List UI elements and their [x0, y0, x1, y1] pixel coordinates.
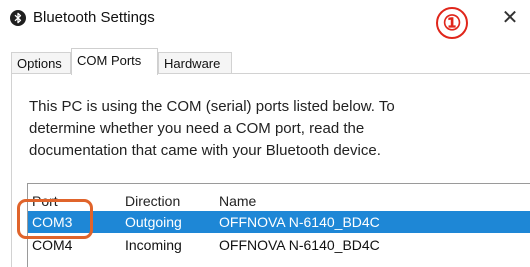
tab-com-ports[interactable]: COM Ports	[71, 48, 158, 75]
annotation-marker: ①	[436, 7, 468, 39]
tab-options[interactable]: Options	[11, 52, 71, 74]
list-item[interactable]: COM4 Incoming OFFNOVA N-6140_BD4C	[28, 234, 530, 256]
description-text: This PC is using the COM (serial) ports …	[29, 98, 395, 159]
ports-list[interactable]: Port Direction Name COM3 Outgoing OFFNOV…	[27, 183, 530, 267]
title-bar: Bluetooth Settings ① ✕	[0, 0, 530, 39]
name-cell: OFFNOVA N-6140_BD4C	[219, 214, 380, 230]
tab-strip: Options COM Ports Hardware	[0, 48, 530, 75]
bluetooth-icon	[10, 10, 26, 26]
name-cell: OFFNOVA N-6140_BD4C	[219, 237, 380, 253]
direction-cell: Outgoing	[125, 214, 182, 230]
window-title: Bluetooth Settings	[33, 9, 155, 26]
column-header-direction[interactable]: Direction	[125, 190, 180, 212]
close-icon[interactable]: ✕	[497, 5, 523, 31]
list-item[interactable]: COM3 Outgoing OFFNOVA N-6140_BD4C	[28, 211, 530, 233]
direction-cell: Incoming	[125, 237, 182, 253]
tab-hardware[interactable]: Hardware	[158, 52, 232, 74]
column-header-name[interactable]: Name	[219, 190, 256, 212]
list-header: Port Direction Name	[28, 190, 530, 212]
highlight-box	[17, 199, 93, 239]
